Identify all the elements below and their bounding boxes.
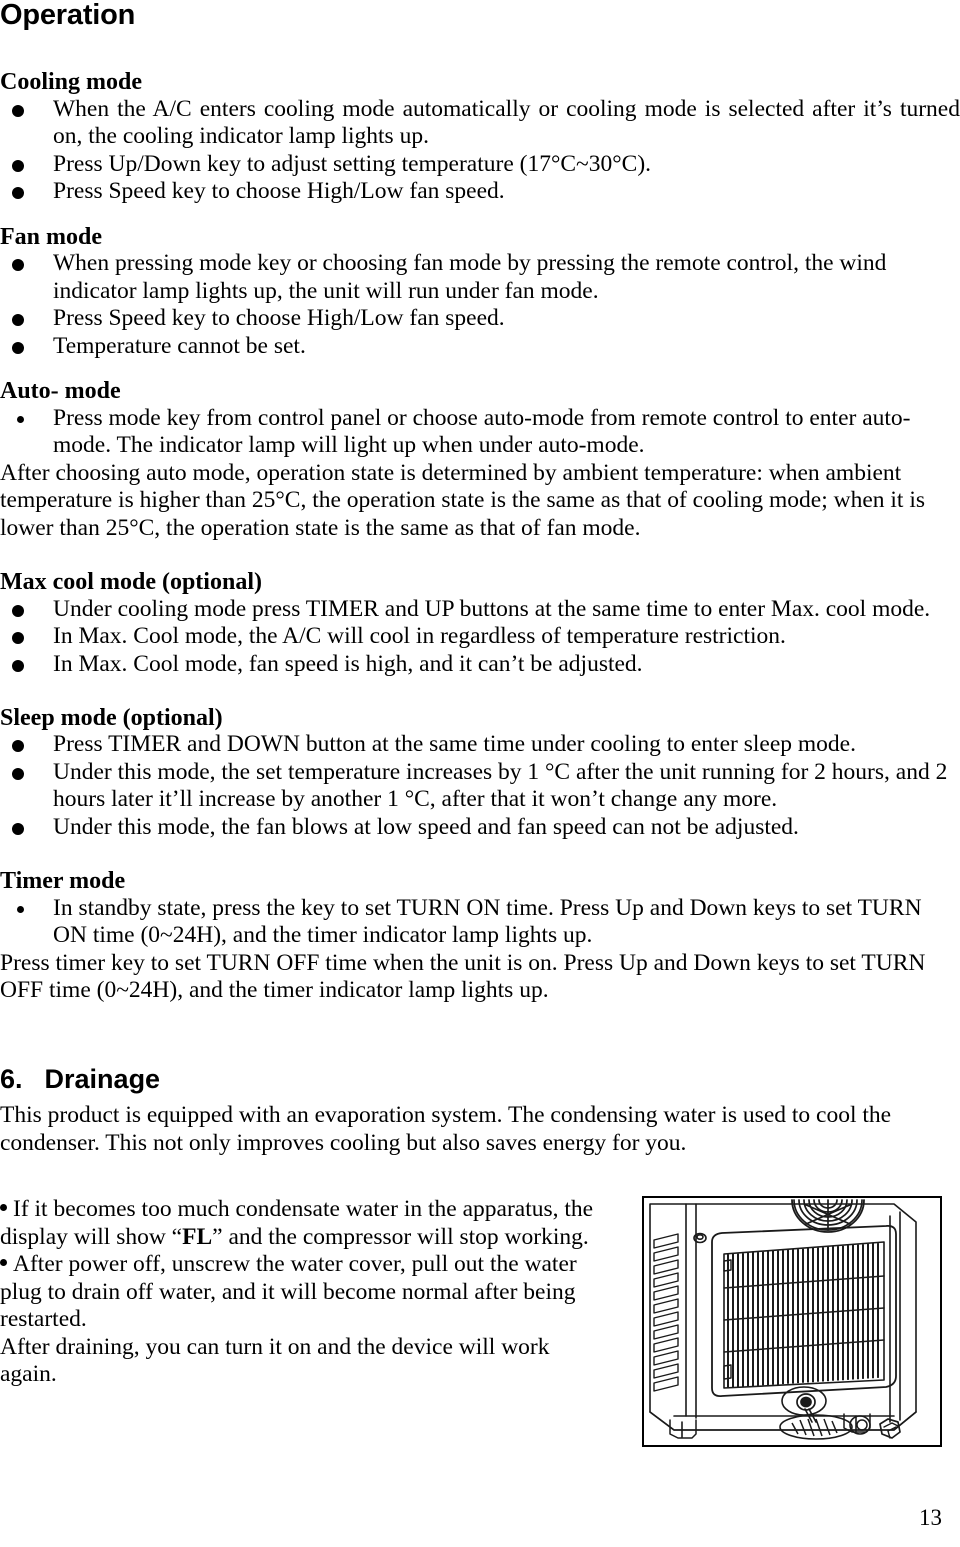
drainage-note-1: If it becomes too much condensate water … <box>0 1196 608 1251</box>
drainage-note-1-after: ” and the compressor will stop working. <box>212 1223 589 1250</box>
list-item: Under this mode, the fan blows at low sp… <box>0 814 960 842</box>
list-item-text: Under this mode, the set temperature inc… <box>53 758 948 813</box>
list-item-text: Temperature cannot be set. <box>53 332 306 359</box>
heading-fan-mode: Fan mode <box>0 223 102 250</box>
bullet-icon <box>12 159 24 172</box>
bullet-icon <box>12 822 24 835</box>
drainage-notes-and-figure: If it becomes too much condensate water … <box>0 1196 960 1448</box>
list-item-text: Press mode key from control panel or cho… <box>53 404 911 459</box>
heading-timer-mode: Timer mode <box>0 868 126 895</box>
cooling-mode-list: When the A/C enters cooling mode automat… <box>0 96 960 206</box>
list-item-text: Press Speed key to choose High/Low fan s… <box>53 305 505 332</box>
bullet-icon <box>12 341 24 354</box>
bullet-icon <box>12 314 24 327</box>
list-item-text: When the A/C enters cooling mode automat… <box>53 95 960 150</box>
list-item: In standby state, press the key to set T… <box>0 895 960 950</box>
list-item-text: Press Speed key to choose High/Low fan s… <box>53 178 505 205</box>
list-item: Under cooling mode press TIMER and UP bu… <box>0 596 960 624</box>
drainage-figure <box>642 1196 942 1448</box>
list-item: Press Up/Down key to adjust setting temp… <box>0 151 960 179</box>
timer-mode-paragraph: Press timer key to set TURN OFF time whe… <box>0 949 926 1004</box>
list-item: Under this mode, the set temperature inc… <box>0 759 960 814</box>
list-item-text: Press Up/Down key to adjust setting temp… <box>53 150 652 177</box>
bullet-icon <box>12 659 24 672</box>
drainage-note-2: After power off, unscrew the water cover… <box>0 1251 608 1334</box>
list-item-text: Under cooling mode press TIMER and UP bu… <box>53 595 931 622</box>
bullet-icon <box>12 187 24 200</box>
heading-auto-mode: Auto- mode <box>0 378 121 405</box>
bullet-icon <box>12 259 24 272</box>
bullet-icon <box>17 415 24 423</box>
bullet-icon <box>0 1258 7 1266</box>
timer-mode-list: In standby state, press the key to set T… <box>0 895 960 950</box>
list-item-text: When pressing mode key or choosing fan m… <box>53 250 887 304</box>
list-item: Press Speed key to choose High/Low fan s… <box>0 178 960 206</box>
list-item: Temperature cannot be set. <box>0 333 960 361</box>
heading-cooling-mode: Cooling mode <box>0 69 143 96</box>
page-content: Operation Cooling mode When the A/C ente… <box>0 0 960 1448</box>
auto-mode-paragraph: After choosing auto mode, operation stat… <box>0 459 926 541</box>
document-page: Operation Cooling mode When the A/C ente… <box>0 0 960 1547</box>
drainage-note-1-code: FL <box>182 1223 213 1250</box>
bullet-icon <box>12 104 24 117</box>
heading-sleep-mode: Sleep mode (optional) <box>0 705 223 731</box>
drainage-intro-paragraph: This product is equipped with an evapora… <box>0 1102 892 1156</box>
bullet-icon <box>12 740 24 753</box>
list-item-text: Under this mode, the fan blows at low sp… <box>53 813 799 840</box>
list-item: Press Speed key to choose High/Low fan s… <box>0 305 960 333</box>
heading-drainage-number: 6. <box>0 1063 23 1094</box>
max-cool-mode-list: Under cooling mode press TIMER and UP bu… <box>0 596 960 679</box>
page-number: 13 <box>919 1505 942 1530</box>
list-item-text: Press TIMER and DOWN button at the same … <box>53 731 856 758</box>
drainage-note-2-text: After power off, unscrew the water cover… <box>0 1251 577 1333</box>
drainage-notes: If it becomes too much condensate water … <box>0 1196 608 1389</box>
drainage-note-3: After draining, you can turn it on and t… <box>0 1333 550 1388</box>
list-item: When pressing mode key or choosing fan m… <box>0 250 960 305</box>
heading-drainage: 6. Drainage <box>0 1063 960 1094</box>
list-item: When the A/C enters cooling mode automat… <box>0 96 960 151</box>
bullet-icon <box>12 767 24 780</box>
list-item-text: In standby state, press the key to set T… <box>53 894 922 949</box>
list-item: In Max. Cool mode, fan speed is high, an… <box>0 651 960 679</box>
bullet-icon <box>12 604 24 617</box>
list-item: Press TIMER and DOWN button at the same … <box>0 731 960 759</box>
list-item-text: In Max. Cool mode, fan speed is high, an… <box>53 650 643 677</box>
bullet-icon <box>0 1203 7 1211</box>
air-conditioner-drain-illustration <box>649 1199 917 1440</box>
page-title: Operation <box>0 0 136 31</box>
bullet-icon <box>12 632 24 644</box>
heading-drainage-label: Drainage <box>44 1063 161 1094</box>
sleep-mode-list: Press TIMER and DOWN button at the same … <box>0 731 960 841</box>
bullet-icon <box>17 905 24 913</box>
heading-max-cool-mode: Max cool mode (optional) <box>0 569 262 596</box>
list-item: In Max. Cool mode, the A/C will cool in … <box>0 623 960 651</box>
auto-mode-list: Press mode key from control panel or cho… <box>0 405 960 460</box>
list-item-text: In Max. Cool mode, the A/C will cool in … <box>53 623 786 649</box>
fan-mode-list: When pressing mode key or choosing fan m… <box>0 250 960 360</box>
list-item: Press mode key from control panel or cho… <box>0 405 960 460</box>
